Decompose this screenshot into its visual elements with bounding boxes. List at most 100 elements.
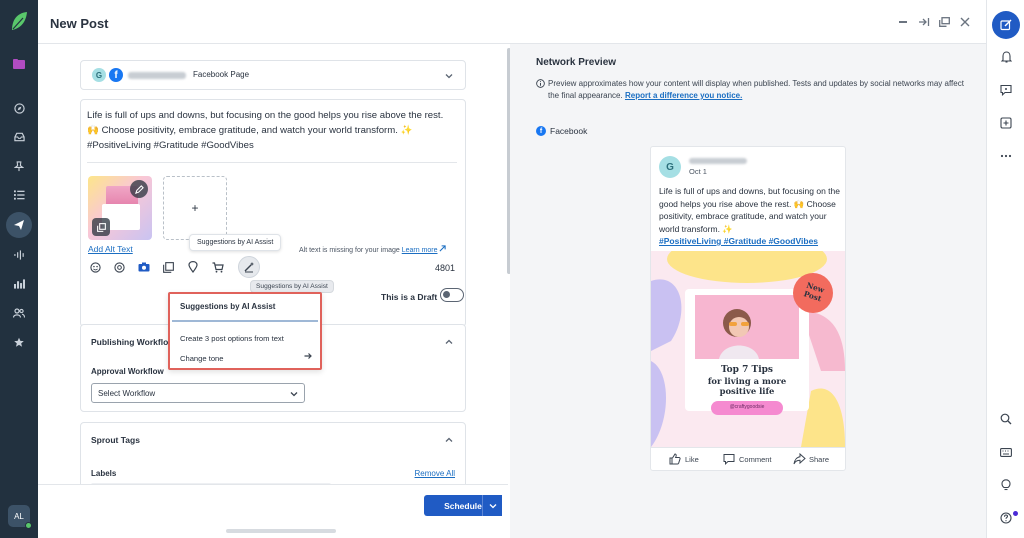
add-media-button[interactable]: +: [163, 176, 227, 240]
ai-assist-menu: Suggestions by AI Assist Create 3 post o…: [168, 292, 322, 370]
camera-icon[interactable]: [137, 260, 151, 274]
add-alt-text-link[interactable]: Add Alt Text: [88, 244, 133, 254]
report-difference-link[interactable]: Report a difference you notice.: [625, 91, 742, 100]
shopping-cart-icon[interactable]: [211, 260, 225, 274]
chevron-up-icon[interactable]: [445, 338, 453, 346]
external-link-icon: [439, 245, 447, 252]
pin-icon[interactable]: [9, 156, 29, 176]
chevron-up-icon[interactable]: [445, 436, 453, 444]
sprout-logo[interactable]: [9, 10, 29, 32]
emoji-icon[interactable]: [88, 260, 102, 274]
app: AL New Post G f Facebook Page Life is fu…: [0, 0, 1024, 538]
draft-label: This is a Draft: [381, 292, 438, 302]
help-icon[interactable]: [999, 511, 1013, 525]
share-icon: [793, 453, 806, 465]
ai-menu-title: Suggestions by AI Assist: [180, 302, 276, 311]
expand-icon[interactable]: [917, 15, 931, 29]
schedule-options-button[interactable]: [482, 495, 502, 516]
location-pin-icon[interactable]: [186, 260, 200, 274]
edit-pencil-icon[interactable]: [130, 180, 148, 198]
facebook-icon: f: [109, 68, 123, 82]
image-handle: @craftygoodsie: [729, 404, 765, 410]
folder-icon[interactable]: [9, 54, 29, 74]
mention-icon[interactable]: [112, 260, 126, 274]
workflow-select-value: Select Workflow: [98, 389, 156, 398]
chevron-down-icon: [290, 392, 298, 397]
keyboard-icon[interactable]: [999, 445, 1013, 459]
people-icon[interactable]: [9, 303, 29, 323]
lightbulb-icon[interactable]: [999, 478, 1013, 492]
page-name-redacted: [689, 158, 747, 164]
message-icon[interactable]: [999, 83, 1013, 97]
chevron-down-icon: [489, 504, 497, 509]
facebook-post-preview: G Oct 1 Life is full of ups and downs, b…: [650, 146, 846, 471]
user-avatar[interactable]: AL: [8, 505, 32, 529]
character-count: 4801: [434, 263, 455, 273]
image-headline-line: Top 7 Tips: [721, 365, 773, 375]
post-actions: Like Comment Share: [651, 447, 845, 471]
post-image: New Post Top 7 Tips for living a more po…: [651, 251, 845, 447]
comment-button[interactable]: Comment: [723, 454, 772, 465]
share-label: Share: [809, 455, 830, 464]
copy-media-icon[interactable]: [92, 218, 110, 236]
section-title: Publishing Workflow: [91, 337, 175, 347]
list-icon[interactable]: [9, 185, 29, 205]
preview-note-text: Preview approximates how your content wi…: [548, 79, 964, 100]
post-text-line: Life is full of ups and downs, but focus…: [87, 110, 444, 121]
comment-icon: [723, 454, 735, 465]
preview-hashtags[interactable]: #PositiveLiving #Gratitude #GoodVibes: [659, 235, 841, 248]
post-text-line: 🙌 Choose positivity, embrace gratitude, …: [87, 125, 413, 136]
profile-selector[interactable]: G f Facebook Page: [80, 60, 466, 90]
ai-menu-divider: [172, 320, 318, 322]
comment-label: Comment: [739, 455, 772, 464]
compass-icon[interactable]: [9, 98, 29, 118]
ai-assist-icon[interactable]: [238, 256, 260, 278]
new-post-window: New Post G f Facebook Page Life is full …: [38, 0, 998, 538]
inbox-icon[interactable]: [9, 127, 29, 147]
composer-footer: Schedule: [38, 484, 508, 538]
horizontal-scrollbar[interactable]: [226, 529, 336, 533]
draft-toggle[interactable]: [440, 288, 464, 302]
close-icon[interactable]: [958, 15, 972, 29]
minimize-icon[interactable]: [896, 15, 910, 29]
preview-title: Network Preview: [536, 57, 617, 68]
post-avatar: G: [659, 156, 681, 178]
remove-all-link[interactable]: Remove All: [415, 469, 455, 478]
bell-icon[interactable]: [999, 50, 1013, 64]
ai-option-create-posts[interactable]: Create 3 post options from text: [180, 334, 284, 343]
preview-note: Preview approximates how your content wi…: [536, 78, 966, 102]
add-task-icon[interactable]: [999, 116, 1013, 130]
more-icon[interactable]: [999, 149, 1013, 163]
profile-name-redacted: [128, 72, 186, 79]
popout-icon[interactable]: [937, 15, 951, 29]
learn-more-link[interactable]: Learn more: [402, 247, 438, 254]
chart-icon[interactable]: [9, 274, 29, 294]
like-button[interactable]: Like: [669, 453, 699, 465]
preview-text-body: Life is full of ups and downs, but focus…: [659, 186, 840, 234]
workflow-select[interactable]: Select Workflow: [91, 383, 305, 403]
left-nav: AL: [0, 0, 38, 538]
search-icon[interactable]: [999, 412, 1013, 426]
star-icon[interactable]: [9, 332, 29, 352]
media-thumbnail[interactable]: [88, 176, 152, 240]
compose-icon[interactable]: [992, 11, 1020, 39]
labels-label: Labels: [91, 469, 117, 478]
arrow-right-icon: [304, 353, 312, 359]
post-text[interactable]: Life is full of ups and downs, but focus…: [87, 108, 459, 153]
avatar-initials: AL: [14, 511, 24, 521]
send-icon[interactable]: [6, 212, 32, 238]
network-label: Facebook: [550, 126, 588, 136]
approval-workflow-label: Approval Workflow: [91, 367, 164, 376]
section-title: Sprout Tags: [91, 435, 140, 445]
window-title: New Post: [50, 16, 109, 31]
thumbs-up-icon: [669, 453, 681, 465]
share-button[interactable]: Share: [793, 453, 830, 465]
online-status-dot: [25, 522, 32, 529]
chevron-down-icon[interactable]: [445, 72, 453, 80]
alt-warning-text: Alt text is missing for your image: [299, 247, 400, 254]
ai-option-change-tone[interactable]: Change tone: [180, 354, 224, 363]
notification-dot: [1013, 511, 1018, 516]
audio-icon[interactable]: [9, 245, 29, 265]
gallery-icon[interactable]: [161, 260, 175, 274]
title-bar: New Post: [38, 0, 986, 44]
